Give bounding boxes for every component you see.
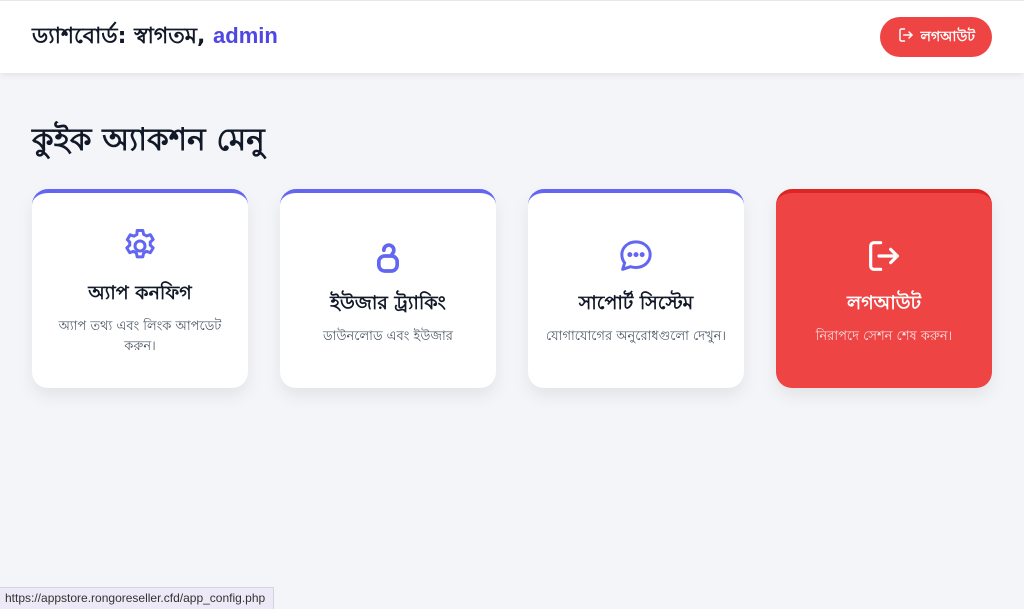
card-app-config[interactable]: অ্যাপ কনফিগ অ্যাপ তথ্য এবং লিংক আপডেট কর… [32,189,248,388]
card-support-system[interactable]: সাপোর্ট সিস্টেম যোগাযোগের অনুরোধগুলো দেখ… [528,189,744,388]
gear-icon [119,225,161,267]
status-bar-url: https://appstore.rongoreseller.cfd/app_c… [0,587,275,609]
logout-icon [897,26,915,48]
card-title: ইউজার ট্র্যাকিং [330,291,446,314]
card-title: অ্যাপ কনফিগ [88,281,192,304]
top-navbar: ড্যাশবোর্ড: স্বাগতম, admin লগআউট [0,0,1024,73]
logout-button-label: লগআউট [920,29,975,45]
logout-icon [863,235,905,277]
page-heading: কুইক অ্যাকশন মেনু [32,122,265,158]
username: admin [213,22,278,48]
card-title: লগআউট [847,291,921,314]
card-title: সাপোর্ট সিস্টেম [578,291,694,314]
card-description: অ্যাপ তথ্য এবং লিংক আপডেট করুন। [58,318,222,354]
user-tracking-icon [367,235,409,277]
chat-icon [615,235,657,277]
welcome-text: ড্যাশবোর্ড: স্বাগতম, [32,23,214,49]
logout-button[interactable]: লগআউট [879,17,992,57]
card-user-tracking[interactable]: ইউজার ট্র্যাকিং ডাউনলোড এবং ইউজার [280,189,496,388]
dashboard-title: ড্যাশবোর্ড: স্বাগতম, admin [32,19,278,56]
card-description: নিরাপদে সেশন শেষ করুন। [815,328,953,344]
card-description: যোগাযোগের অনুরোধগুলো দেখুন। [545,328,727,344]
card-logout[interactable]: লগআউট নিরাপদে সেশন শেষ করুন। [776,189,992,388]
card-description: ডাউনলোড এবং ইউজার [323,328,453,344]
quick-action-cards: অ্যাপ কনফিগ অ্যাপ তথ্য এবং লিংক আপডেট কর… [32,189,992,388]
